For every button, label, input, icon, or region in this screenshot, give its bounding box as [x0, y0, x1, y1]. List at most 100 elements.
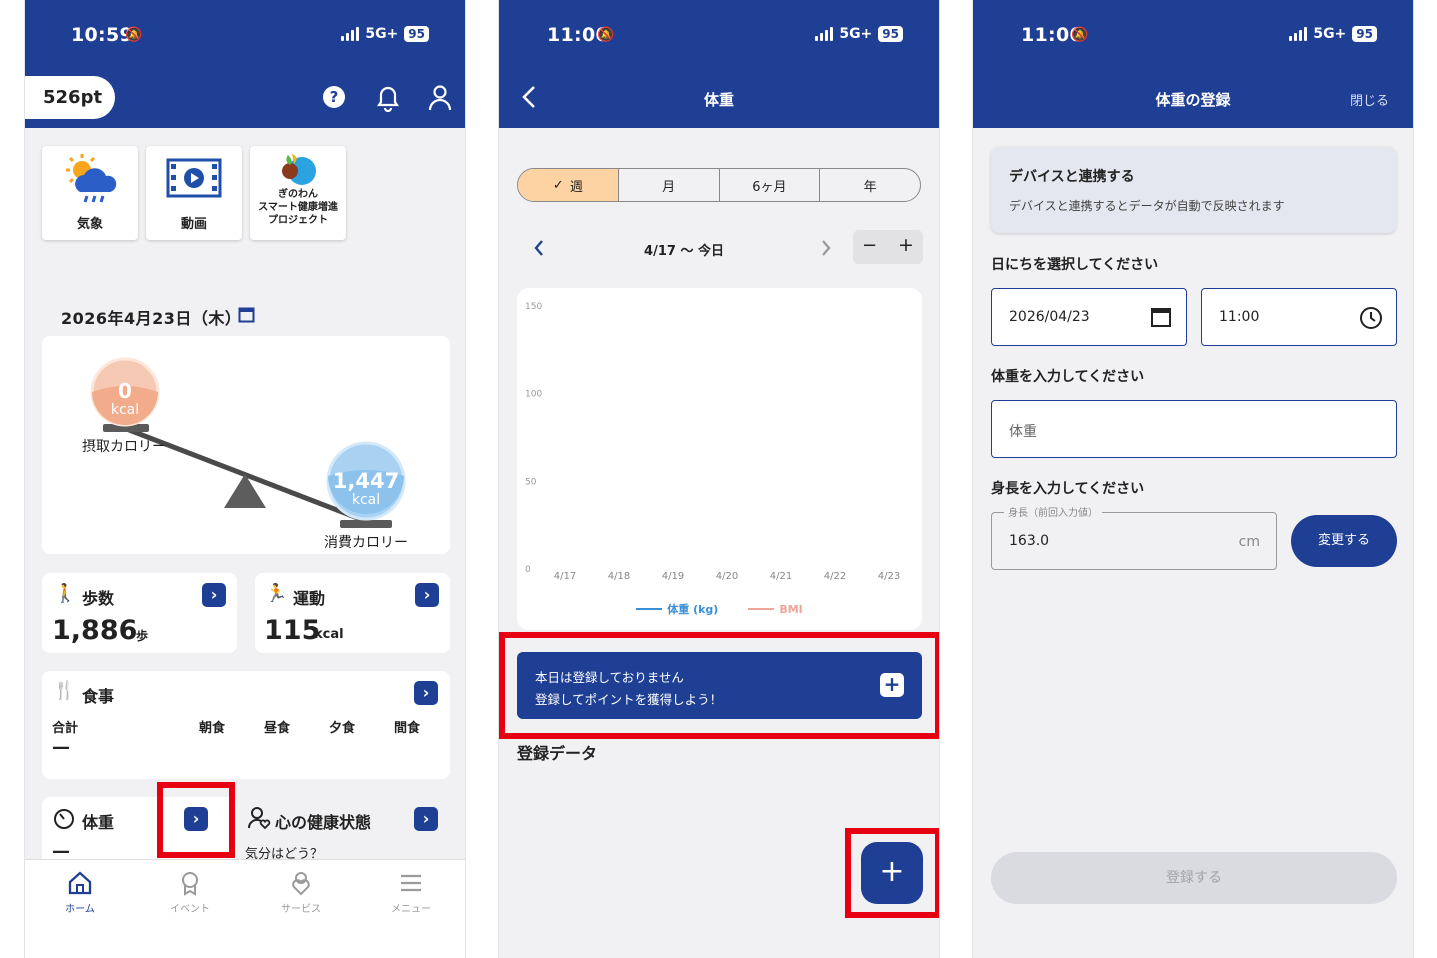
scale-gauge-icon — [54, 809, 74, 829]
legend-bmi: BMI — [748, 601, 803, 617]
walking-icon: 🚶 — [54, 583, 77, 604]
tab-event-label: イベント — [170, 904, 210, 915]
weather-icon — [66, 154, 117, 203]
check-icon: ✓ — [552, 177, 564, 193]
segment-6months[interactable]: 6ヶ月 — [720, 169, 821, 201]
ginowan-tile[interactable]: ぎのわん スマート健康増進 プロジェクト — [250, 146, 346, 240]
points-badge[interactable]: 526pt — [25, 76, 115, 119]
legend-bmi-label: BMI — [779, 602, 803, 616]
meals-total-value: — — [52, 737, 70, 758]
time-field[interactable]: 11:00 — [1201, 288, 1397, 346]
device-link-card[interactable]: デバイスと連携する デバイスと連携するとデータが自動で反映されます — [991, 147, 1396, 233]
x-tick-label: 4/19 — [662, 571, 684, 582]
exercise-detail-button[interactable]: › — [415, 583, 439, 607]
weight-header: 11:00 🔕 5G+ 95 体重 — [499, 0, 939, 128]
signal-icon — [815, 27, 834, 41]
legend-weight: 体重 (kg) — [636, 601, 718, 617]
tab-menu[interactable]: メニュー — [386, 870, 436, 915]
calendar-icon[interactable] — [1150, 306, 1172, 328]
y-tick-label: 150 — [525, 302, 542, 312]
video-tile-label: 動画 — [180, 217, 207, 232]
meal-breakfast: 朝食 — [199, 721, 226, 736]
tab-event[interactable]: イベント — [165, 870, 215, 915]
register-header: 11:00 🔕 5G+ 95 体重の登録 閉じる — [973, 0, 1413, 128]
help-icon[interactable]: ? — [323, 86, 345, 108]
close-button[interactable]: 閉じる — [1350, 90, 1389, 109]
bottom-tab-bar: ホーム イベント サービス メニュー — [25, 859, 465, 958]
legend-weight-label: 体重 (kg) — [667, 603, 719, 616]
height-floating-label: 身長（前回入力値） — [1004, 504, 1102, 519]
weight-section-label: 体重を入力してください — [991, 369, 1145, 385]
zoom-in-button[interactable]: + — [898, 234, 914, 256]
network-label: 5G+ — [1313, 26, 1347, 42]
submit-button[interactable]: 登録する — [991, 852, 1397, 904]
date-field[interactable]: 2026/04/23 — [991, 288, 1187, 346]
clock-icon[interactable] — [1359, 306, 1383, 330]
period-segmented-control: ✓ 週 月 6ヶ月 年 — [517, 168, 921, 202]
steps-detail-button[interactable]: › — [202, 583, 226, 607]
height-input[interactable]: 身長（前回入力値） 163.0 cm — [991, 504, 1277, 570]
battery-icon: 95 — [404, 26, 429, 42]
bell-muted-icon: 🔕 — [1071, 27, 1089, 43]
meals-card[interactable]: 🍴 食事 › 合計 — 朝食 昼食 夕食 間食 — [42, 671, 450, 779]
segment-week-label: 週 — [569, 179, 583, 195]
meal-lunch: 昼食 — [264, 721, 291, 736]
page-title: 体重の登録 — [1155, 91, 1231, 109]
segment-month[interactable]: 月 — [619, 169, 720, 201]
y-tick-label: 0 — [525, 565, 531, 575]
exercise-value: 115 — [264, 615, 321, 646]
tab-service[interactable]: サービス — [276, 870, 326, 915]
person-heart-icon — [247, 807, 271, 830]
zoom-out-button[interactable]: − — [862, 235, 877, 256]
exercise-card[interactable]: 🏃 運動 › 115 kcal — [255, 573, 450, 653]
tab-home[interactable]: ホーム — [55, 870, 105, 915]
meal-dinner: 夕食 — [329, 721, 356, 736]
tab-menu-label: メニュー — [391, 904, 431, 915]
network-label: 5G+ — [839, 26, 873, 42]
steps-card[interactable]: 🚶 歩数 › 1,886 歩 — [42, 573, 237, 653]
video-tile[interactable]: 動画 — [146, 146, 242, 240]
tab-service-label: サービス — [281, 904, 321, 915]
mental-detail-button[interactable]: › — [414, 807, 438, 831]
change-height-button[interactable]: 変更する — [1291, 515, 1397, 567]
meals-detail-button[interactable]: › — [414, 681, 438, 705]
meal-snack: 間食 — [394, 721, 421, 736]
weight-screen: 11:00 🔕 5G+ 95 体重 ✓ 週 月 6ヶ月 年 4/17 〜 今日 −… — [498, 0, 940, 958]
signal-icon — [1289, 27, 1308, 41]
bell-muted-icon: 🔕 — [125, 27, 143, 43]
steps-unit: 歩 — [136, 629, 149, 643]
status-indicators: 5G+ 95 — [1289, 26, 1377, 42]
segment-year[interactable]: 年 — [820, 169, 920, 201]
x-tick-label: 4/20 — [716, 571, 738, 582]
height-value: 163.0 — [1009, 533, 1050, 549]
burn-value: 1,447 — [332, 469, 400, 493]
calorie-balance-card[interactable]: 0 kcal 摂取カロリー 1,447 kcal 消費カロリー — [42, 336, 450, 554]
ginowan-tile-label: ぎのわん スマート健康増進 プロジェクト — [258, 189, 338, 226]
weight-chart: 150 100 50 0 4/17 4/18 4/19 4/20 4/21 4/22 4/23 — [525, 302, 900, 582]
date-value: 2026/04/23 — [1009, 309, 1090, 325]
burn-label: 消費カロリー — [324, 535, 408, 551]
profile-icon[interactable] — [427, 84, 453, 112]
prev-range-icon[interactable] — [533, 239, 545, 257]
home-icon — [68, 871, 92, 895]
mental-health-card[interactable]: 心の健康状態 › 気分はどう？ — [237, 797, 450, 867]
notification-bell-icon[interactable] — [375, 84, 401, 112]
weight-placeholder: 体重 — [1009, 424, 1037, 440]
weather-tile[interactable]: 気象 — [42, 146, 138, 240]
device-link-desc: デバイスと連携するとデータが自動で反映されます — [1009, 199, 1285, 213]
highlight-banner — [499, 632, 939, 739]
height-unit: cm — [1238, 534, 1260, 550]
exercise-title: 運動 — [293, 589, 326, 608]
highlight-weight-arrow — [157, 782, 235, 858]
x-tick-label: 4/22 — [824, 571, 846, 582]
video-icon — [166, 158, 222, 198]
next-range-icon[interactable] — [820, 239, 832, 257]
status-time: 10:59 — [71, 24, 133, 46]
calendar-icon[interactable] — [238, 306, 255, 323]
segment-week[interactable]: ✓ 週 — [518, 169, 619, 201]
y-tick-label: 100 — [525, 390, 542, 400]
x-tick-label: 4/23 — [878, 571, 900, 582]
weight-input[interactable]: 体重 — [991, 400, 1397, 458]
intake-value: 0 — [118, 379, 132, 403]
status-indicators: 5G+ 95 — [341, 26, 429, 42]
